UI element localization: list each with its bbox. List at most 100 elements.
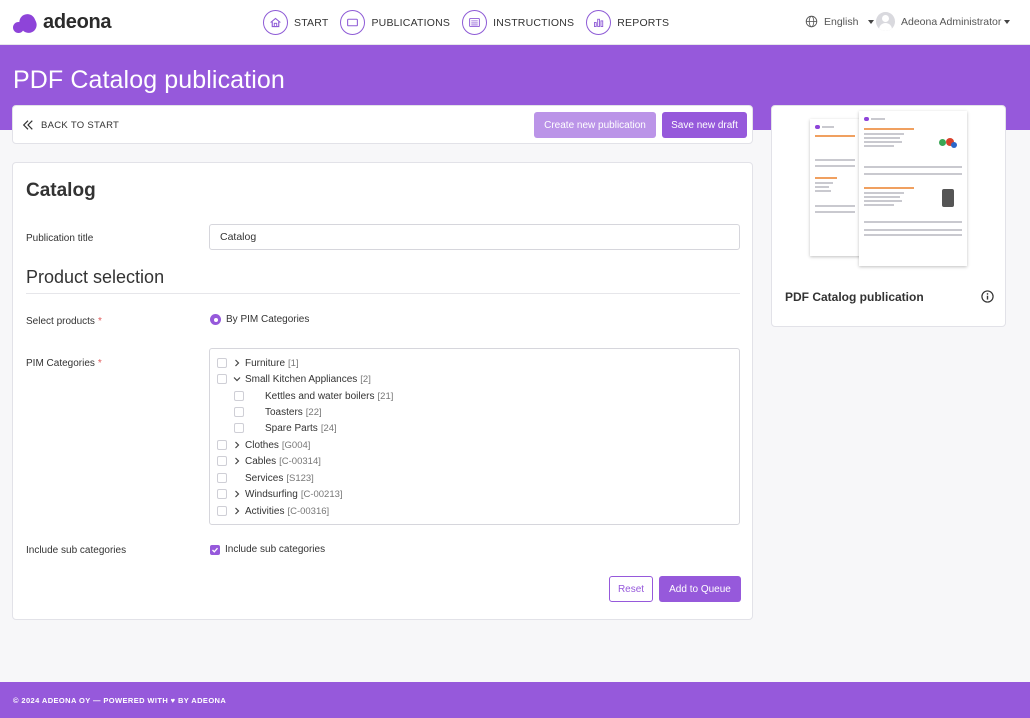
- save-new-draft-button[interactable]: Save new draft: [662, 112, 747, 138]
- include-sub-categories-label: Include sub categories: [26, 545, 127, 556]
- tree-item-kettles: Kettles and water boilers [21]: [234, 389, 393, 403]
- chevron-down-icon[interactable]: [232, 374, 242, 384]
- tree-item-furniture: Furniture [1]: [217, 356, 299, 370]
- info-icon[interactable]: [981, 290, 994, 303]
- select-products-label: Select products *: [26, 316, 102, 327]
- nav-publications-label: PUBLICATIONS: [371, 16, 451, 29]
- category-name: Small Kitchen Appliances: [245, 373, 358, 385]
- required-asterisk: *: [97, 358, 102, 369]
- double-chevron-left-icon: [22, 120, 33, 130]
- preview-title: PDF Catalog publication: [785, 290, 924, 304]
- category-checkbox[interactable]: [217, 456, 227, 466]
- tree-item-toasters: Toasters [22]: [234, 405, 322, 419]
- caret-down-icon: [1004, 19, 1011, 24]
- main-nav: START PUBLICATIONS INSTRUCTIONS REPORTS: [263, 10, 681, 35]
- category-checkbox[interactable]: [234, 391, 244, 401]
- user-name: Adeona Administrator: [901, 15, 1002, 28]
- category-code: [22]: [305, 406, 322, 418]
- tablet-icon: [340, 10, 366, 35]
- category-name: Toasters: [265, 406, 303, 418]
- avatar: [876, 12, 895, 31]
- tree-item-activities: Activities [C-00316]: [217, 504, 329, 518]
- category-code: [1]: [288, 357, 299, 369]
- pim-categories-label: PIM Categories *: [26, 358, 102, 369]
- reset-button[interactable]: Reset: [609, 576, 653, 602]
- required-asterisk: *: [97, 316, 102, 327]
- category-name: Cables: [245, 455, 277, 467]
- tree-item-small-kitchen-appliances: Small Kitchen Appliances [2]: [217, 372, 371, 386]
- action-toolbar: BACK TO START Create new publication Sav…: [12, 105, 753, 144]
- back-label: BACK TO START: [41, 119, 120, 131]
- category-code: [C-00213]: [300, 488, 343, 500]
- tree-item-windsurfing: Windsurfing [C-00213]: [217, 487, 343, 501]
- brand-name: adeona: [43, 11, 112, 33]
- tree-item-clothes: Clothes [G004]: [217, 438, 310, 452]
- category-name: Activities: [245, 505, 285, 517]
- category-checkbox[interactable]: [217, 473, 227, 483]
- nav-instructions-label: INSTRUCTIONS: [493, 16, 575, 29]
- user-menu[interactable]: Adeona Administrator: [876, 12, 1011, 31]
- by-pim-categories-radio[interactable]: By PIM Categories: [210, 314, 309, 325]
- category-name: Spare Parts: [265, 422, 318, 434]
- preview-page-thumbnail: [810, 119, 862, 256]
- home-icon: [263, 10, 288, 35]
- nav-reports[interactable]: REPORTS: [586, 10, 669, 35]
- globe-icon: [805, 15, 818, 28]
- category-checkbox[interactable]: [217, 374, 227, 384]
- footer-copyright: © 2024 ADEONA OY — POWERED WITH ♥ BY ADE…: [13, 696, 227, 705]
- checkmark-icon: [210, 544, 220, 555]
- category-name: Furniture: [245, 357, 286, 369]
- category-name: Windsurfing: [245, 488, 298, 500]
- publication-title-input[interactable]: Catalog: [209, 224, 740, 250]
- product-selection-heading: Product selection: [26, 267, 165, 287]
- category-checkbox[interactable]: [234, 407, 244, 417]
- chevron-right-icon[interactable]: [232, 440, 242, 450]
- add-to-queue-button[interactable]: Add to Queue: [659, 576, 741, 602]
- language-selector[interactable]: English: [805, 15, 875, 28]
- adeona-logo-icon: [13, 11, 40, 35]
- chevron-right-icon[interactable]: [232, 456, 242, 466]
- chevron-right-icon[interactable]: [232, 489, 242, 499]
- language-label: English: [824, 15, 859, 28]
- publication-form: Catalog Publication title Catalog Produc…: [12, 162, 753, 620]
- category-code: [S123]: [286, 472, 314, 484]
- section-divider: [26, 293, 740, 294]
- category-checkbox[interactable]: [217, 358, 227, 368]
- nav-publications[interactable]: PUBLICATIONS: [340, 10, 450, 35]
- preview-page-thumbnail: [859, 111, 967, 266]
- category-code: [C-00316]: [287, 505, 330, 517]
- include-sub-checkbox-text: Include sub categories: [225, 544, 326, 555]
- publication-preview-card: PDF Catalog publication: [771, 105, 1006, 327]
- chevron-right-icon[interactable]: [232, 506, 242, 516]
- publication-title-label: Publication title: [26, 233, 94, 244]
- radio-selected-icon: [210, 314, 221, 325]
- back-to-start-link[interactable]: BACK TO START: [22, 119, 119, 131]
- category-tree: Furniture [1] Small Kitchen Appliances [2]…: [209, 348, 740, 525]
- nav-start[interactable]: START: [263, 10, 328, 35]
- category-checkbox[interactable]: [217, 440, 227, 450]
- category-name: Clothes: [245, 439, 279, 451]
- tree-item-cables: Cables [C-00314]: [217, 454, 321, 468]
- tree-item-services: Services [S123]: [217, 471, 314, 485]
- bar-chart-icon: [586, 10, 612, 35]
- category-checkbox[interactable]: [234, 423, 244, 433]
- category-checkbox[interactable]: [217, 489, 227, 499]
- category-name: Kettles and water boilers: [265, 390, 375, 402]
- top-navbar: adeona START PUBLICATIONS INSTRUCTIONS R…: [0, 0, 1030, 45]
- nav-instructions[interactable]: INSTRUCTIONS: [462, 10, 574, 35]
- nav-start-label: START: [294, 16, 329, 29]
- list-icon: [462, 10, 488, 35]
- category-checkbox[interactable]: [217, 506, 227, 516]
- chevron-right-icon[interactable]: [232, 358, 242, 368]
- nav-reports-label: REPORTS: [617, 16, 670, 29]
- category-name: Services: [245, 472, 284, 484]
- brand-logo[interactable]: adeona: [13, 11, 112, 35]
- include-sub-categories-checkbox[interactable]: Include sub categories: [210, 544, 325, 555]
- form-heading: Catalog: [26, 180, 96, 201]
- category-code: [21]: [377, 390, 394, 402]
- category-code: [C-00314]: [279, 455, 321, 467]
- category-code: [2]: [360, 373, 371, 385]
- page-title: PDF Catalog publication: [13, 66, 285, 94]
- tree-item-spare-parts: Spare Parts [24]: [234, 421, 337, 435]
- create-new-publication-button[interactable]: Create new publication: [534, 112, 656, 138]
